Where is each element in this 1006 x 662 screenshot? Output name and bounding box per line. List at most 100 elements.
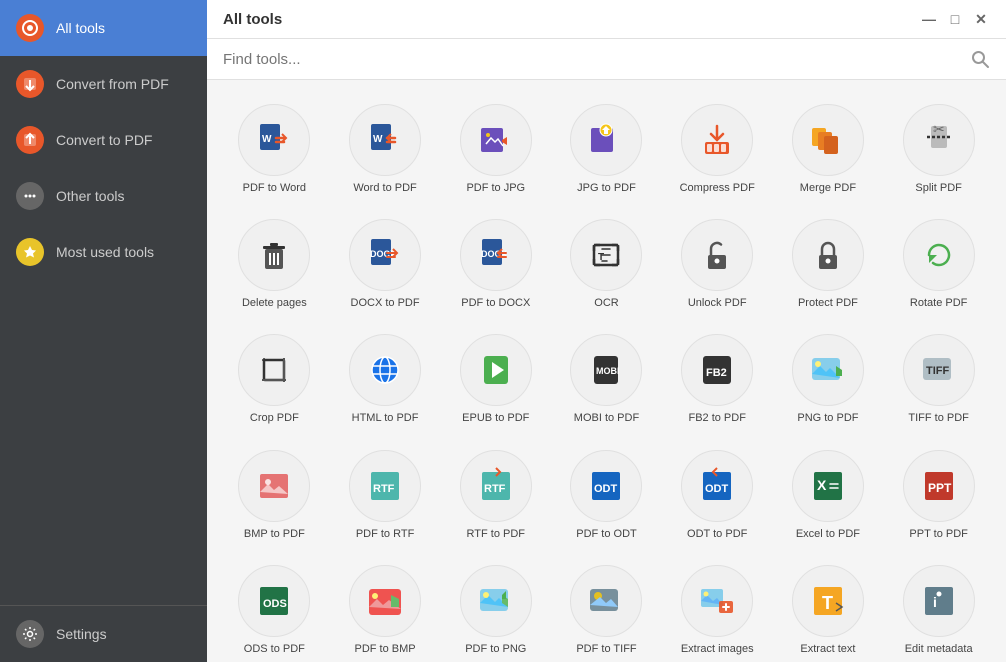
svg-text:MOBI: MOBI bbox=[596, 366, 620, 376]
sidebar-item-convert-to-pdf[interactable]: Convert to PDF bbox=[0, 112, 207, 168]
tool-delete-pages-label: Delete pages bbox=[242, 297, 307, 310]
tool-rotate-pdf[interactable]: Rotate PDF bbox=[887, 211, 990, 318]
tool-docx-to-pdf-label: DOCX to PDF bbox=[351, 297, 420, 310]
tool-crop-pdf-label: Crop PDF bbox=[250, 412, 299, 425]
sidebar-item-settings-label: Settings bbox=[56, 626, 107, 642]
sidebar-item-most-used-tools[interactable]: Most used tools bbox=[0, 224, 207, 280]
svg-text:X: X bbox=[817, 477, 827, 493]
tool-compress-pdf[interactable]: Compress PDF bbox=[666, 96, 769, 203]
tool-pdf-to-bmp[interactable]: PDF to BMP bbox=[334, 557, 437, 662]
tool-excel-to-pdf[interactable]: X Excel to PDF bbox=[777, 442, 880, 549]
sidebar-bottom: Settings bbox=[0, 605, 207, 662]
other-tools-icon bbox=[16, 182, 44, 210]
tool-docx-to-pdf[interactable]: DOCX DOCX to PDF bbox=[334, 211, 437, 318]
svg-text:RTF: RTF bbox=[373, 483, 395, 495]
sidebar-item-convert-from-pdf-label: Convert from PDF bbox=[56, 76, 169, 92]
svg-text:TIFF: TIFF bbox=[926, 365, 949, 377]
tool-crop-pdf[interactable]: Crop PDF bbox=[223, 326, 326, 433]
tool-pdf-to-png-label: PDF to PNG bbox=[465, 643, 526, 656]
tool-pdf-to-tiff[interactable]: PDF to TIFF bbox=[555, 557, 658, 662]
title-bar: All tools ― □ ✕ bbox=[207, 0, 1006, 39]
tool-rotate-pdf-label: Rotate PDF bbox=[910, 297, 967, 310]
tool-edit-metadata[interactable]: i Edit metadata bbox=[887, 557, 990, 662]
close-button[interactable]: ✕ bbox=[972, 10, 990, 28]
sidebar-item-other-tools[interactable]: Other tools bbox=[0, 168, 207, 224]
tool-fb2-to-pdf[interactable]: FB2 FB2 to PDF bbox=[666, 326, 769, 433]
tool-split-pdf-label: Split PDF bbox=[915, 182, 961, 195]
tool-unlock-pdf-label: Unlock PDF bbox=[688, 297, 747, 310]
tool-ppt-to-pdf-label: PPT to PDF bbox=[909, 528, 967, 541]
sidebar-item-settings[interactable]: Settings bbox=[0, 606, 207, 662]
tool-split-pdf[interactable]: ✂ Split PDF bbox=[887, 96, 990, 203]
svg-text:RTF: RTF bbox=[484, 483, 506, 495]
tool-png-to-pdf[interactable]: PNG to PDF bbox=[777, 326, 880, 433]
app-title: All tools bbox=[223, 11, 282, 28]
tool-merge-pdf-label: Merge PDF bbox=[800, 182, 856, 195]
tool-pdf-to-jpg-label: PDF to JPG bbox=[466, 182, 525, 195]
svg-text:FB2: FB2 bbox=[706, 367, 727, 379]
svg-text:ODT: ODT bbox=[594, 483, 618, 495]
tool-ods-to-pdf[interactable]: ODS ODS to PDF bbox=[223, 557, 326, 662]
tool-rtf-to-pdf-label: RTF to PDF bbox=[467, 528, 525, 541]
tool-pdf-to-docx[interactable]: DOCX PDF to DOCX bbox=[444, 211, 547, 318]
minimize-button[interactable]: ― bbox=[920, 10, 938, 28]
svg-text:ODS: ODS bbox=[263, 598, 287, 610]
tool-html-to-pdf-label: HTML to PDF bbox=[352, 412, 419, 425]
tool-word-to-pdf[interactable]: W Word to PDF bbox=[334, 96, 437, 203]
tool-epub-to-pdf-label: EPUB to PDF bbox=[462, 412, 529, 425]
tool-epub-to-pdf[interactable]: EPUB to PDF bbox=[444, 326, 547, 433]
tool-pdf-to-odt[interactable]: ODT PDF to ODT bbox=[555, 442, 658, 549]
tool-edit-metadata-label: Edit metadata bbox=[905, 643, 973, 656]
svg-text:i: i bbox=[933, 594, 937, 610]
tool-pdf-to-bmp-label: PDF to BMP bbox=[355, 643, 416, 656]
tool-unlock-pdf[interactable]: Unlock PDF bbox=[666, 211, 769, 318]
tool-extract-images[interactable]: Extract images bbox=[666, 557, 769, 662]
tool-rtf-to-pdf[interactable]: RTF RTF to PDF bbox=[444, 442, 547, 549]
sidebar-item-convert-from-pdf[interactable]: Convert from PDF bbox=[0, 56, 207, 112]
sidebar-item-convert-to-pdf-label: Convert to PDF bbox=[56, 132, 152, 148]
tool-pdf-to-jpg[interactable]: PDF to JPG bbox=[444, 96, 547, 203]
search-input[interactable] bbox=[223, 51, 962, 68]
tool-pdf-to-word-label: PDF to Word bbox=[243, 182, 306, 195]
main-content: All tools ― □ ✕ W bbox=[207, 0, 1006, 662]
most-used-tools-icon bbox=[16, 238, 44, 266]
tool-jpg-to-pdf[interactable]: JPG to PDF bbox=[555, 96, 658, 203]
svg-text:W: W bbox=[373, 134, 383, 145]
maximize-button[interactable]: □ bbox=[946, 10, 964, 28]
tool-bmp-to-pdf-label: BMP to PDF bbox=[244, 528, 305, 541]
svg-text:W: W bbox=[262, 134, 272, 145]
tool-extract-text[interactable]: T Extract text bbox=[777, 557, 880, 662]
tool-protect-pdf-label: Protect PDF bbox=[798, 297, 858, 310]
tool-compress-pdf-label: Compress PDF bbox=[680, 182, 755, 195]
tool-protect-pdf[interactable]: Protect PDF bbox=[777, 211, 880, 318]
svg-text:✂: ✂ bbox=[933, 121, 945, 137]
svg-text:ODT: ODT bbox=[705, 483, 729, 495]
tool-pdf-to-rtf-label: PDF to RTF bbox=[356, 528, 414, 541]
settings-icon bbox=[16, 620, 44, 648]
tool-pdf-to-word[interactable]: W PDF to Word bbox=[223, 96, 326, 203]
tool-jpg-to-pdf-label: JPG to PDF bbox=[577, 182, 636, 195]
tool-pdf-to-png[interactable]: PDF to PNG bbox=[444, 557, 547, 662]
tool-mobi-to-pdf[interactable]: MOBI MOBI to PDF bbox=[555, 326, 658, 433]
tool-excel-to-pdf-label: Excel to PDF bbox=[796, 528, 860, 541]
sidebar-item-most-used-tools-label: Most used tools bbox=[56, 244, 154, 260]
tools-grid: W PDF to Word W Word to P bbox=[223, 96, 990, 662]
sidebar-item-all-tools[interactable]: All tools bbox=[0, 0, 207, 56]
tool-bmp-to-pdf[interactable]: BMP to PDF bbox=[223, 442, 326, 549]
tool-ppt-to-pdf[interactable]: PPT PPT to PDF bbox=[887, 442, 990, 549]
tool-tiff-to-pdf-label: TIFF to PDF bbox=[908, 412, 969, 425]
tool-tiff-to-pdf[interactable]: TIFF TIFF to PDF bbox=[887, 326, 990, 433]
tool-png-to-pdf-label: PNG to PDF bbox=[797, 412, 858, 425]
tool-odt-to-pdf[interactable]: ODT ODT to PDF bbox=[666, 442, 769, 549]
tool-pdf-to-rtf[interactable]: RTF PDF to RTF bbox=[334, 442, 437, 549]
tool-delete-pages[interactable]: Delete pages bbox=[223, 211, 326, 318]
sidebar: All tools Convert from PDF Convert to PD… bbox=[0, 0, 207, 662]
tool-html-to-pdf[interactable]: HTML to PDF bbox=[334, 326, 437, 433]
tool-ocr-label: OCR bbox=[594, 297, 618, 310]
tool-pdf-to-odt-label: PDF to ODT bbox=[576, 528, 637, 541]
window-controls: ― □ ✕ bbox=[920, 10, 990, 28]
search-bar bbox=[207, 39, 1006, 80]
all-tools-icon bbox=[16, 14, 44, 42]
tool-ocr[interactable]: T OCR bbox=[555, 211, 658, 318]
tool-merge-pdf[interactable]: Merge PDF bbox=[777, 96, 880, 203]
